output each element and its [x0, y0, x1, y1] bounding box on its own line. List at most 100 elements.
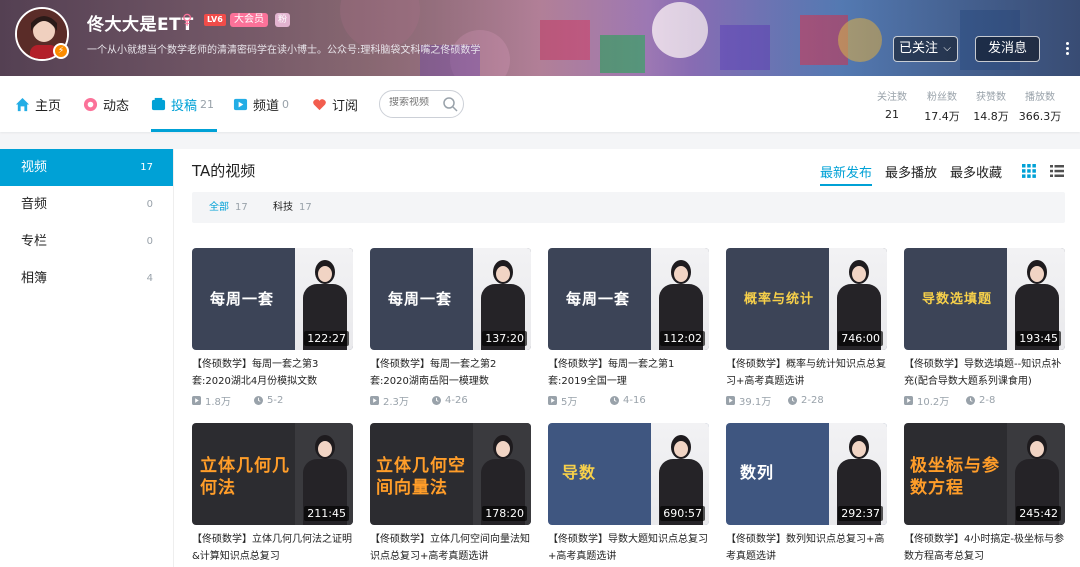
page-title: TA的视频 — [192, 162, 256, 180]
stat-value: 14.8万 — [973, 110, 1009, 123]
sidebar-item-audio[interactable]: 音频 0 — [0, 186, 173, 223]
send-message-button[interactable]: 发消息 — [975, 36, 1040, 62]
video-thumbnail[interactable]: 立体几何几何法 211:45 — [192, 423, 353, 525]
video-thumbnail[interactable]: 概率与统计 746:00 — [726, 248, 887, 350]
video-card[interactable]: 导数 690:57 【佟硕数学】导数大题知识点总复习+高考真题选讲 — [548, 423, 709, 565]
play-count: 2.3万 — [383, 396, 409, 408]
sidebar-item-count: 17 — [140, 162, 153, 173]
video-card[interactable]: 极坐标与参数方程 245:42 【佟硕数学】4小时搞定-极坐标与参数方程高考总复… — [904, 423, 1065, 565]
stat-value: 366.3万 — [1018, 110, 1062, 123]
tab-count: 0 — [282, 97, 290, 111]
video-card[interactable]: 每周一套 137:20 【佟硕数学】每周一套之第2套:2020湖南岳阳一模理数 … — [370, 248, 531, 408]
stat-following[interactable]: 关注数 21 — [867, 88, 917, 121]
video-duration: 193:45 — [1016, 331, 1061, 346]
video-title[interactable]: 【佟硕数学】立体几何空间向量法知识点总复习+高考真题选讲 — [370, 531, 531, 565]
video-title[interactable]: 【佟硕数学】每周一套之第3套:2020湖北4月份模拟文数 — [192, 356, 353, 390]
sidebar-item-video[interactable]: 视频 17 — [0, 149, 173, 186]
sort-most-favorited[interactable]: 最多收藏 — [950, 162, 1002, 181]
video-meta: 1.8万 5-2 — [192, 393, 353, 408]
more-vertical-icon[interactable] — [1062, 40, 1072, 60]
video-title[interactable]: 【佟硕数学】导数选填题--知识点补充(配合导数大题系列课食用) — [904, 356, 1065, 390]
video-card[interactable]: 立体几何空间向量法 178:20 【佟硕数学】立体几何空间向量法知识点总复习+高… — [370, 423, 531, 565]
clock-icon — [432, 395, 441, 405]
video-thumbnail[interactable]: 导数选填题 193:45 — [904, 248, 1065, 350]
tab-dynamic[interactable]: 动态 — [83, 76, 129, 132]
cover-title: 导数选填题 — [922, 292, 993, 307]
video-thumbnail[interactable]: 每周一套 137:20 — [370, 248, 531, 350]
clock-icon — [966, 395, 975, 405]
video-title[interactable]: 【佟硕数学】4小时搞定-极坐标与参数方程高考总复习 — [904, 531, 1065, 565]
search-icon[interactable] — [442, 96, 458, 112]
filter-tech[interactable]: 科技 17 — [273, 192, 312, 223]
play-count: 10.2万 — [917, 396, 950, 408]
video-thumbnail[interactable]: 每周一套 122:27 — [192, 248, 353, 350]
grid-view-icon[interactable] — [1022, 164, 1036, 178]
video-title[interactable]: 【佟硕数学】每周一套之第1套:2019全国一理 — [548, 356, 709, 390]
video-thumbnail[interactable]: 数列 292:37 — [726, 423, 887, 525]
cover-title: 每周一套 — [566, 290, 631, 308]
play-count-icon — [370, 395, 379, 405]
medal-badge[interactable]: 粉 — [275, 13, 290, 27]
user-name: 佟大大是ETT — [87, 15, 194, 35]
video-thumbnail[interactable]: 导数 690:57 — [548, 423, 709, 525]
user-signature: 一个从小就想当个数学老师的清清密码学在读小博士。公众号:理科脑袋文科嘴之佟硕数学 — [87, 45, 481, 56]
stat-likes: 获赞数 14.8万 — [966, 88, 1016, 124]
play-count-icon — [192, 395, 201, 405]
stat-label: 粉丝数 — [927, 92, 957, 103]
sort-latest[interactable]: 最新发布 — [820, 162, 873, 186]
video-title[interactable]: 【佟硕数学】概率与统计知识点总复习+高考真题选讲 — [726, 356, 887, 390]
search-input[interactable] — [389, 97, 439, 108]
sidebar-item-articles[interactable]: 专栏 0 — [0, 223, 173, 260]
video-duration: 178:20 — [482, 506, 527, 521]
clock-icon — [610, 395, 619, 405]
video-duration: 211:45 — [304, 506, 349, 521]
play-count-icon — [726, 395, 735, 405]
tab-label: 主页 — [35, 98, 62, 114]
video-upload-icon — [151, 97, 166, 110]
play-count: 1.8万 — [205, 396, 231, 408]
video-card[interactable]: 导数选填题 193:45 【佟硕数学】导数选填题--知识点补充(配合导数大题系列… — [904, 248, 1065, 408]
upload-date: 2-28 — [801, 394, 824, 406]
tab-uploads[interactable]: 投稿 21 — [151, 76, 218, 132]
video-card[interactable]: 数列 292:37 【佟硕数学】数列知识点总复习+高考真题选讲 — [726, 423, 887, 565]
stat-followers[interactable]: 粉丝数 17.4万 — [917, 88, 967, 124]
sidebar-item-albums[interactable]: 相簿 4 — [0, 260, 173, 297]
video-title[interactable]: 【佟硕数学】立体几何几何法之证明&计算知识点总复习 — [192, 531, 353, 565]
vip-badge[interactable]: 大会员 — [230, 13, 268, 27]
video-meta: 39.1万 2-28 — [726, 393, 887, 408]
video-duration: 245:42 — [1016, 506, 1061, 521]
list-view-icon[interactable] — [1050, 164, 1064, 178]
followed-button[interactable]: 已关注 ⌵ — [893, 36, 958, 62]
video-duration: 690:57 — [660, 506, 705, 521]
filter-all[interactable]: 全部 17 — [209, 192, 248, 223]
video-title[interactable]: 【佟硕数学】导数大题知识点总复习+高考真题选讲 — [548, 531, 709, 565]
video-search[interactable] — [379, 90, 464, 118]
video-meta: 5万 4-16 — [548, 393, 709, 408]
cover-title: 概率与统计 — [744, 292, 815, 307]
cover-title: 导数 — [562, 463, 597, 482]
video-card[interactable]: 立体几何几何法 211:45 【佟硕数学】立体几何几何法之证明&计算知识点总复习 — [192, 423, 353, 565]
sidebar-item-count: 0 — [146, 199, 153, 210]
video-thumbnail[interactable]: 每周一套 112:02 — [548, 248, 709, 350]
video-title[interactable]: 【佟硕数学】数列知识点总复习+高考真题选讲 — [726, 531, 887, 565]
video-meta: 2.3万 4-26 — [370, 393, 531, 408]
tab-channels[interactable]: 频道 0 — [233, 76, 289, 132]
sidebar-item-count: 0 — [146, 236, 153, 247]
video-duration: 122:27 — [304, 331, 349, 346]
video-thumbnail[interactable]: 极坐标与参数方程 245:42 — [904, 423, 1065, 525]
video-card[interactable]: 概率与统计 746:00 【佟硕数学】概率与统计知识点总复习+高考真题选讲 39… — [726, 248, 887, 408]
video-thumbnail[interactable]: 立体几何空间向量法 178:20 — [370, 423, 531, 525]
play-count-icon — [548, 395, 557, 405]
video-meta: 10.2万 2-8 — [904, 393, 1065, 408]
play-count: 39.1万 — [739, 396, 772, 408]
video-card[interactable]: 每周一套 112:02 【佟硕数学】每周一套之第1套:2019全国一理 5万 4… — [548, 248, 709, 408]
tab-label: 投稿 — [171, 98, 198, 114]
tab-subscriptions[interactable]: 订阅 — [312, 76, 358, 132]
stat-label: 获赞数 — [976, 92, 1006, 103]
tab-home[interactable]: 主页 — [15, 76, 61, 132]
play-count: 5万 — [561, 396, 578, 408]
nav-bar: 主页 动态 投稿 21 频道 0 订阅 关注数 21 粉丝数 17.4万 获赞数… — [0, 76, 1080, 132]
video-title[interactable]: 【佟硕数学】每周一套之第2套:2020湖南岳阳一模理数 — [370, 356, 531, 390]
sort-most-played[interactable]: 最多播放 — [885, 162, 937, 181]
video-card[interactable]: 每周一套 122:27 【佟硕数学】每周一套之第3套:2020湖北4月份模拟文数… — [192, 248, 353, 408]
